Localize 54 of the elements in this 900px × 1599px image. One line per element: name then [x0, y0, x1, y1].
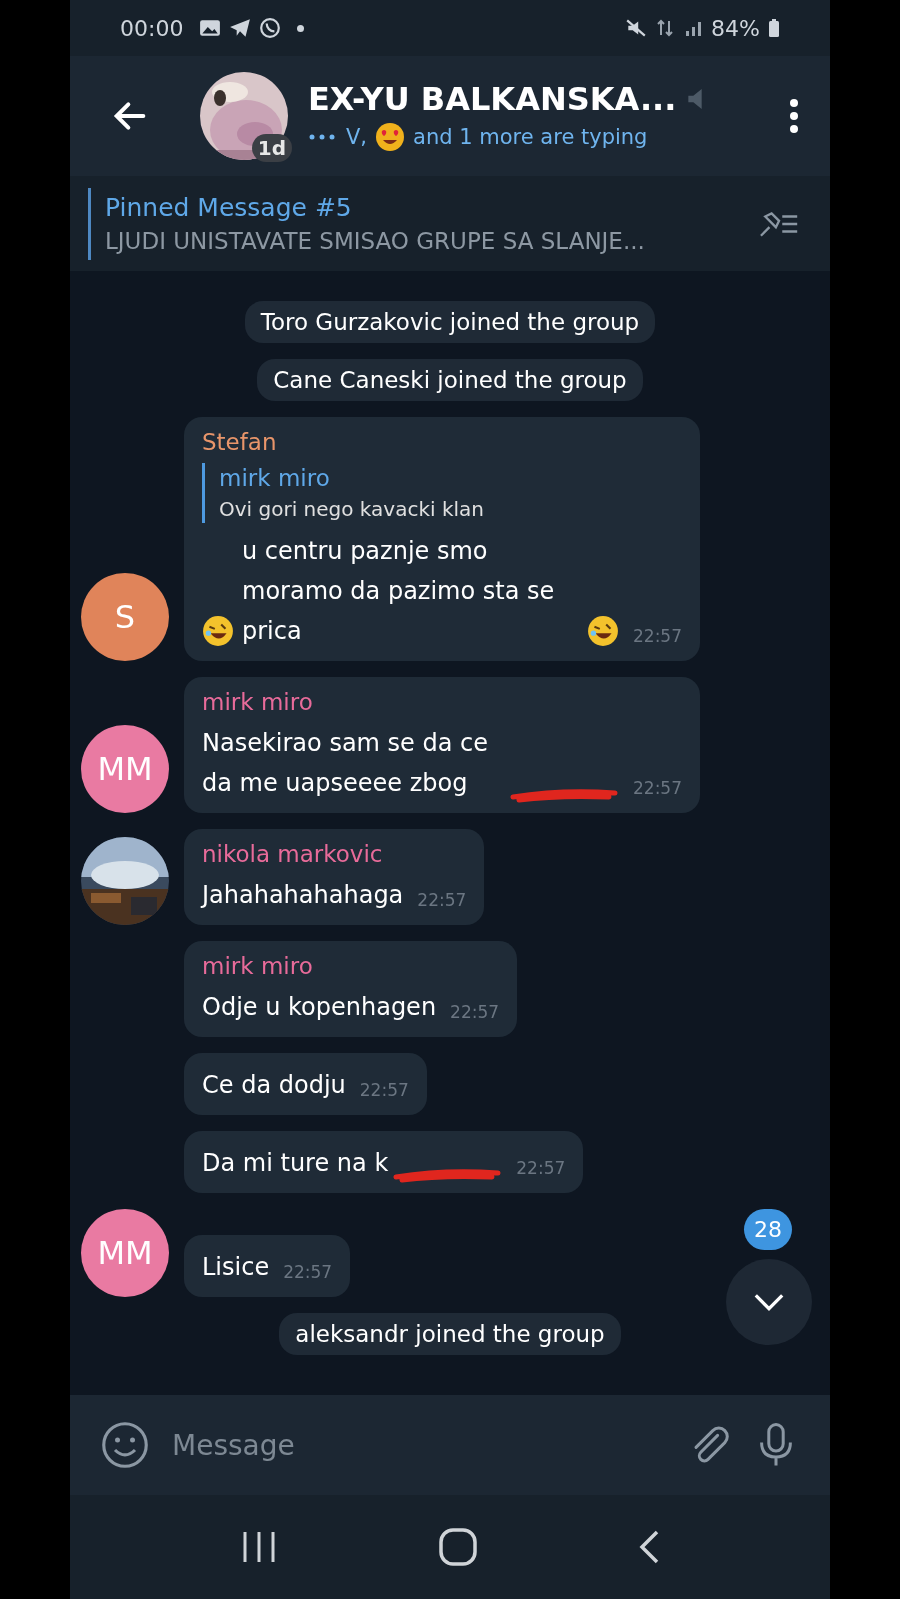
message-bubble[interactable]: nikola markovic Jahahahahahaga 22:57: [184, 829, 485, 925]
pinned-title: Pinned Message #5: [105, 193, 353, 222]
home-icon[interactable]: [438, 1527, 478, 1567]
system-message: Toro Gurzakovic joined the group: [244, 301, 656, 343]
battery-icon: [768, 17, 780, 39]
typing-status: and 1 more are typing: [413, 125, 648, 149]
sender-name: Stefan: [202, 429, 278, 455]
sender-name: mirk miro: [202, 689, 314, 715]
phone-bubble-icon: [259, 17, 282, 39]
pinned-text: LJUDI UNISTAVATE SMISAO GRUPE SA SLANJE...: [105, 228, 646, 254]
message-time: 22:57: [417, 889, 467, 912]
message-text: Nasekirao sam se da ce da me uapseeee zbog: [202, 728, 490, 799]
system-message: Cane Caneski joined the group: [257, 359, 643, 401]
typing-name: V,: [346, 125, 368, 149]
sender-name: nikola markovic: [202, 841, 384, 867]
data-arrows-icon: [655, 17, 676, 39]
reply-quote[interactable]: mirk miro Ovi gori nego kavacki klan: [202, 463, 682, 523]
message-time: 22:57: [450, 1001, 500, 1024]
message-time: 22:57: [633, 777, 682, 800]
message-text: Jahahahahahaga: [202, 880, 404, 911]
message-time: 22:57: [633, 625, 682, 648]
message-text: Da mi ture na k: [202, 1148, 389, 1179]
message-text: Lisice: [202, 1252, 270, 1283]
message-time: 22:57: [283, 1261, 333, 1284]
status-time: 00:00: [120, 15, 184, 41]
message-bubble[interactable]: Stefan mirk miro Ovi gori nego kavacki klan u centru paznje smo moramo da pazimo sta se prica 22:57: [184, 417, 700, 661]
message-time: 22:57: [359, 1079, 409, 1102]
laughing-emoji-icon: [202, 615, 234, 647]
chat-title: EX-YU BALKANSKA...: [308, 80, 677, 118]
laughing-emoji-icon: [587, 615, 619, 647]
heart-eyes-emoji-icon: [375, 122, 406, 152]
sender-name: mirk miro: [202, 953, 314, 979]
message-text: u centru paznje smo moramo da pazimo sta se prica: [242, 536, 556, 647]
unread-count-badge: 28: [744, 1209, 792, 1250]
more-menu-icon[interactable]: [788, 96, 800, 136]
battery-percent: 84%: [711, 15, 760, 41]
mute-icon: [625, 17, 648, 39]
image-icon: [199, 18, 222, 38]
reply-sender: mirk miro: [219, 465, 331, 491]
notification-dot: [297, 24, 305, 32]
pinned-message-bar[interactable]: Pinned Message #5 LJUDI UNISTAVATE SMISAO GRUPE SA SLANJE...: [70, 176, 830, 271]
system-message: aleksandr joined the group: [279, 1313, 621, 1355]
message-bubble[interactable]: mirk miro Nasekirao sam se da ce da me uapseeee zbog 22:57: [184, 677, 700, 813]
time-badge: 1d: [251, 134, 292, 162]
message-bubble[interactable]: mirk miro Odje u kopenhagen 22:57: [184, 941, 518, 1037]
message-time: 22:57: [516, 1157, 566, 1180]
message-bubble[interactable]: Lisice 22:57: [184, 1235, 351, 1297]
message-text: Odje u kopenhagen: [202, 992, 437, 1023]
paper-plane-icon: [229, 18, 252, 38]
emoji-icon[interactable]: [100, 1420, 150, 1470]
message-text: Ce da dodju: [202, 1070, 346, 1101]
message-bubble[interactable]: Ce da dodju 22:57: [184, 1053, 427, 1115]
reply-text: Ovi gori nego kavacki klan: [219, 497, 485, 521]
message-bubble[interactable]: Da mi ture na k 22:57: [184, 1131, 584, 1193]
